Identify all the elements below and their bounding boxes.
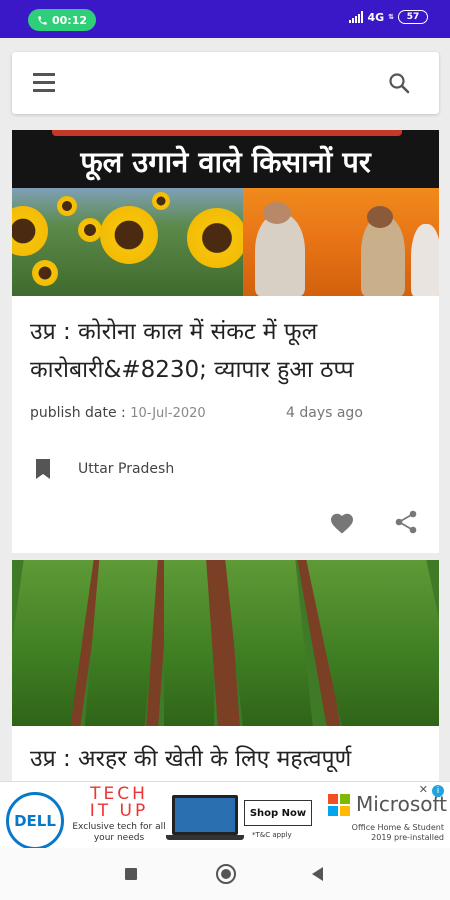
article-thumbnail[interactable]: फूल उगाने वाले किसानों पर (12, 130, 439, 296)
publish-date: 10-Jul-2020 (130, 406, 206, 421)
back-icon[interactable] (312, 867, 323, 881)
signal-icon (349, 11, 364, 23)
article-category[interactable]: Uttar Pradesh (78, 461, 174, 477)
ad-close-icon[interactable]: ✕ (419, 783, 428, 796)
home-icon[interactable] (216, 864, 236, 884)
system-nav-bar (0, 848, 450, 900)
ad-copy: Exclusive tech for all your needs (72, 822, 166, 843)
laptop-base (166, 835, 244, 840)
adchoices-icon[interactable]: i (432, 785, 444, 797)
bookmark-icon[interactable] (35, 459, 51, 479)
ad-banner[interactable]: DELL TECH IT UP Exclusive tech for all y… (0, 781, 450, 850)
heart-icon[interactable] (330, 512, 354, 534)
article-card[interactable]: फूल उगाने वाले किसानों पर उप्र : कोरोना … (12, 130, 439, 553)
status-indicators: 4G ⇅ 57 (349, 10, 428, 24)
ad-headline-line2: IT UP (89, 801, 149, 821)
app-header (12, 52, 439, 114)
network-type: 4G (367, 10, 385, 24)
article-meta: publish date : 10-Jul-2020 4 days ago (30, 405, 430, 425)
status-time: 00:12 (51, 13, 87, 27)
share-icon[interactable] (395, 510, 417, 534)
thumbnail-banner: फूल उगाने वाले किसानों पर (12, 130, 439, 188)
battery-level: 57 (406, 12, 420, 22)
thumbnail-banner-text: फूल उगाने वाले किसानों पर (80, 145, 371, 179)
phone-icon (38, 15, 47, 25)
sunflower-photo (12, 188, 243, 296)
status-bar: 00:12 4G ⇅ 57 (0, 0, 450, 38)
publish-date-label: publish date : (30, 405, 131, 421)
ad-headline-line1: TECH (90, 784, 148, 804)
shop-now-button[interactable]: Shop Now (244, 800, 312, 826)
ad-subcopy: Office Home & Student 2019 pre-installed (351, 823, 444, 842)
article-thumbnail[interactable] (12, 560, 439, 726)
search-icon[interactable] (387, 71, 411, 95)
time-ago: 4 days ago (286, 405, 363, 421)
dell-logo: DELL (6, 792, 64, 850)
ad-terms: *T&C apply (252, 831, 292, 839)
article-title[interactable]: उप्र : अरहर की खेती के लिए महत्वपूर्ण (30, 740, 450, 778)
battery-icon: 57 (398, 10, 428, 24)
marigold-photo (243, 188, 439, 296)
network-activity-icon: ⇅ (388, 13, 394, 21)
article-card[interactable]: उप्र : अरहर की खेती के लिए महत्वपूर्ण (12, 560, 439, 790)
microsoft-logo-icon (328, 794, 350, 816)
hamburger-menu-icon[interactable] (33, 73, 55, 93)
laptop-image (172, 795, 238, 835)
ongoing-call-pill[interactable]: 00:12 (28, 9, 96, 31)
recent-apps-icon[interactable] (125, 868, 137, 880)
article-title[interactable]: उप्र : कोरोना काल में संकट में फूल कारोब… (30, 313, 430, 389)
